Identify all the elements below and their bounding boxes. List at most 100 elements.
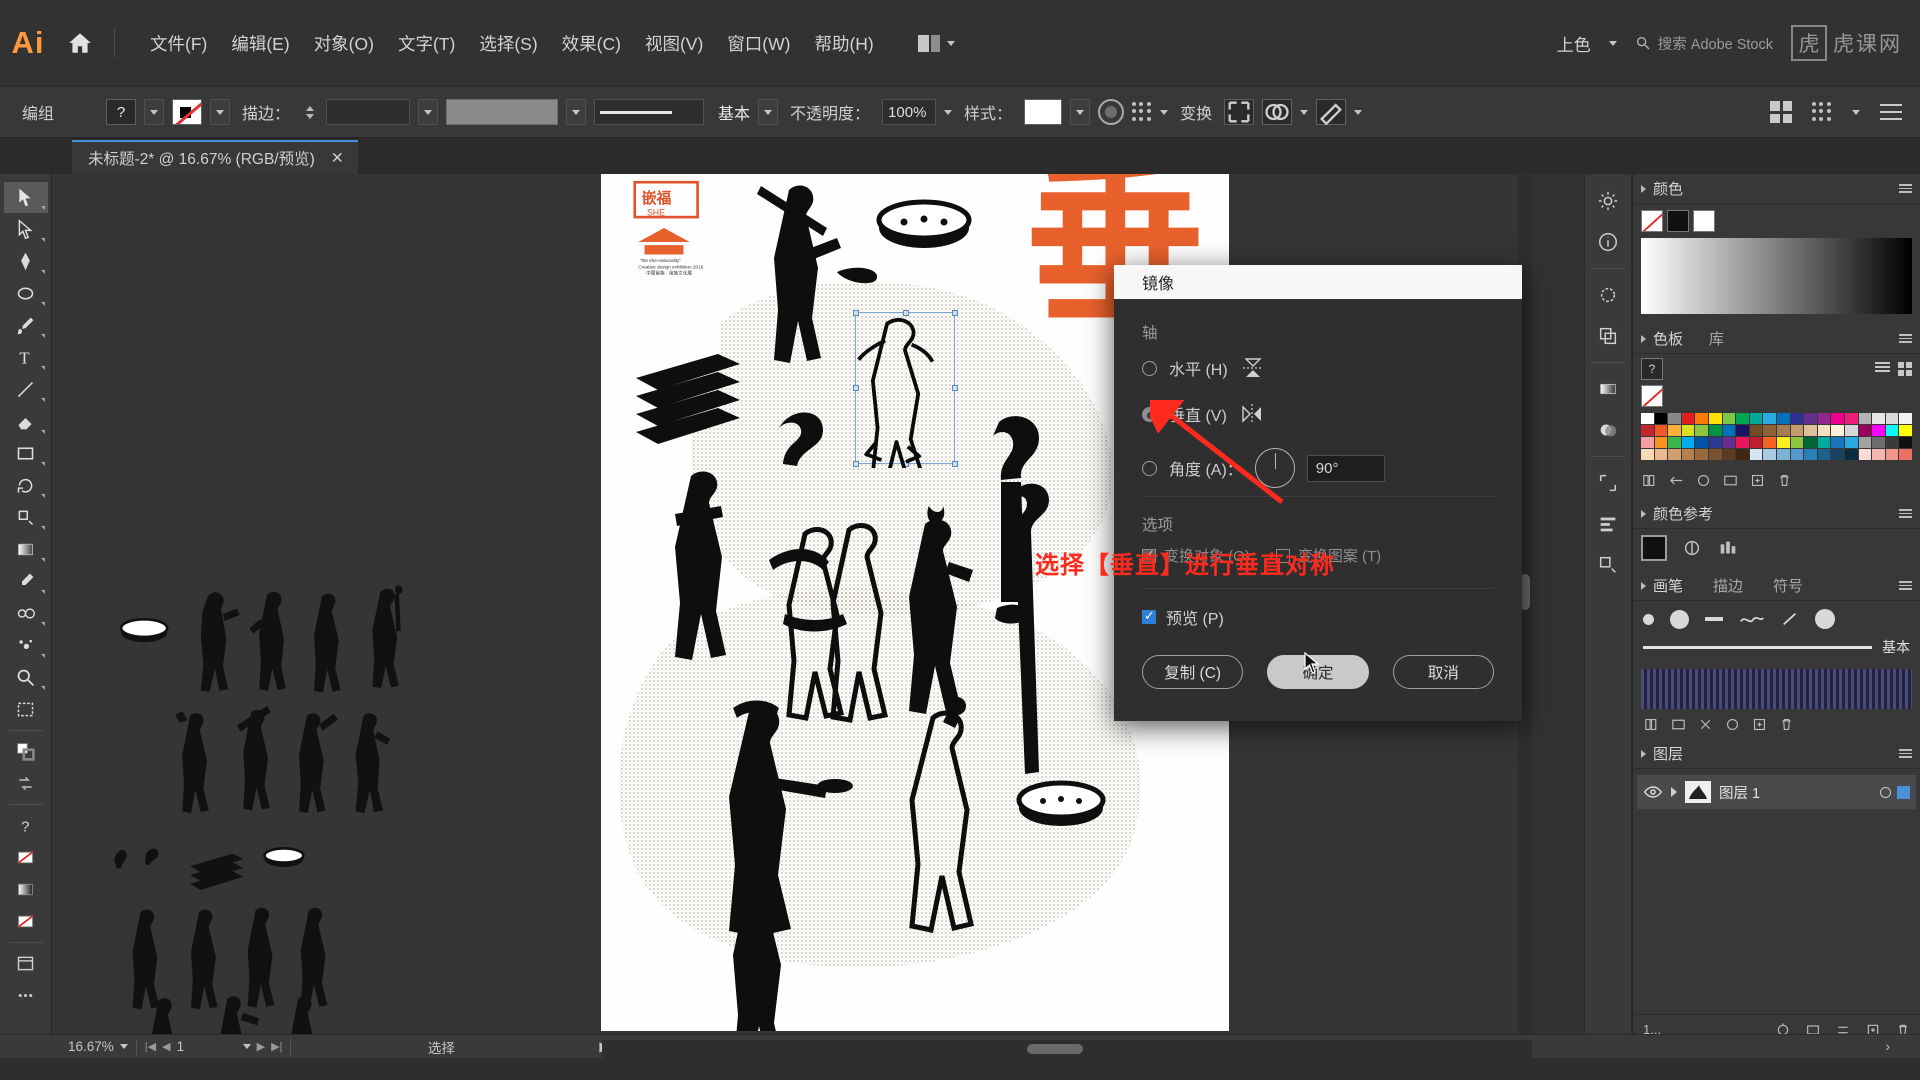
transform-panel-icon[interactable] — [1589, 546, 1627, 584]
menu-view[interactable]: 视图(V) — [634, 25, 714, 62]
panel-menu-icon[interactable] — [1899, 184, 1912, 193]
chevron-right-icon[interactable] — [1641, 334, 1646, 343]
zoom-level-control[interactable]: 16.67% — [60, 1035, 136, 1059]
home-icon[interactable] — [56, 30, 104, 56]
symbols-tab[interactable]: 符号 — [1773, 575, 1803, 596]
copy-button[interactable]: 复制 (C) — [1142, 655, 1244, 689]
scroll-right-icon[interactable]: › — [1878, 1035, 1920, 1059]
rectangle-tool[interactable] — [4, 438, 48, 469]
menu-help[interactable]: 帮助(H) — [803, 25, 884, 62]
artboards-icon[interactable] — [1589, 464, 1627, 502]
paintbrush-tool[interactable] — [4, 310, 48, 341]
artboard-tool[interactable] — [4, 694, 48, 725]
brush-presets-row[interactable] — [1633, 601, 1920, 637]
scale-tool[interactable] — [4, 502, 48, 533]
remove-brush-stroke-icon[interactable] — [1697, 716, 1714, 733]
chevron-right-icon[interactable] — [1641, 184, 1646, 193]
eyedropper-tool[interactable] — [4, 566, 48, 597]
menu-edit[interactable]: 编辑(E) — [220, 25, 300, 62]
opacity-input[interactable]: 100% — [882, 99, 937, 125]
brush-slash[interactable] — [1781, 611, 1799, 627]
stroke-dropdown-icon[interactable] — [210, 99, 230, 125]
panel-menu-icon[interactable] — [1899, 749, 1912, 758]
recolor-artwork-icon[interactable] — [1316, 99, 1347, 126]
chevron-right-icon[interactable] — [1641, 749, 1646, 758]
cancel-button[interactable]: 取消 — [1392, 655, 1494, 689]
layer-name[interactable]: 图层 1 — [1719, 782, 1760, 803]
swatch-unknown[interactable]: ? — [1641, 358, 1663, 380]
arrange-documents-button[interactable] — [909, 30, 964, 57]
variable-width-dropdown-icon[interactable] — [566, 99, 587, 125]
brush-dash[interactable] — [1705, 617, 1723, 621]
shape-builder-icon[interactable] — [1262, 99, 1293, 125]
opacity-dropdown-icon[interactable] — [944, 109, 953, 115]
properties-icon[interactable] — [1589, 182, 1627, 220]
scratch-artwork[interactable] — [52, 174, 601, 1044]
color-group-icon[interactable] — [1695, 472, 1712, 489]
stroke-weight-dropdown-icon[interactable] — [418, 99, 439, 125]
fill-dropdown-icon[interactable] — [144, 99, 164, 125]
list-view-icon[interactable] — [1875, 362, 1890, 376]
opacity-mask-icon[interactable] — [1098, 99, 1125, 125]
layers-panel-header[interactable]: 图层 — [1633, 739, 1920, 769]
recolor-dropdown-icon[interactable] — [1354, 109, 1363, 115]
swap-fill-stroke-icon[interactable] — [4, 768, 48, 799]
brush-options-icon[interactable] — [1724, 716, 1741, 733]
radio-horizontal[interactable] — [1142, 360, 1157, 376]
chevron-down-icon[interactable] — [1608, 40, 1617, 46]
chevron-right-icon[interactable] — [1641, 509, 1646, 518]
align-grid-icon[interactable] — [1132, 102, 1152, 122]
selection-tool[interactable] — [3, 182, 48, 213]
panel-menu-icon[interactable] — [1880, 104, 1902, 120]
new-color-group-icon[interactable] — [1722, 472, 1739, 489]
panel-menu-icon[interactable] — [1899, 334, 1912, 343]
scrollbar-thumb[interactable] — [1027, 1044, 1083, 1054]
brush-round-dot[interactable] — [1815, 609, 1835, 629]
chevron-down-icon[interactable] — [242, 1044, 251, 1049]
transform-label[interactable]: 变换 — [1180, 100, 1212, 124]
new-swatch-icon[interactable] — [1749, 472, 1766, 489]
delete-swatch-icon[interactable] — [1776, 472, 1793, 489]
panel-menu-icon[interactable] — [1899, 581, 1912, 590]
document-tab[interactable]: 未标题-2* @ 16.67% (RGB/预览) ✕ — [72, 140, 358, 174]
swatch-grid[interactable] — [1641, 413, 1912, 460]
grid-view-icon[interactable] — [1898, 362, 1912, 376]
fill-stroke-pair[interactable] — [4, 736, 48, 767]
pattern-brush-preview[interactable] — [1641, 669, 1912, 709]
graphic-style-swatch[interactable] — [1024, 99, 1063, 125]
menu-object[interactable]: 对象(O) — [303, 25, 385, 62]
brushes-panel-header[interactable]: 画笔 描边 符号 — [1633, 571, 1920, 601]
screen-mode-icon[interactable] — [4, 948, 48, 979]
new-brush-icon[interactable] — [1751, 716, 1768, 733]
stroke-weight-stepper[interactable] — [302, 99, 318, 125]
eraser-tool[interactable] — [4, 406, 48, 437]
brush-large-dot[interactable] — [1670, 609, 1689, 629]
color-variations-icon[interactable] — [1717, 537, 1739, 559]
more-tools-icon[interactable] — [4, 980, 48, 1011]
black-swatch[interactable] — [1667, 210, 1689, 232]
curvature-tool[interactable] — [4, 278, 48, 309]
gradient-tool[interactable] — [4, 534, 48, 565]
harmony-rules-icon[interactable] — [1681, 537, 1703, 559]
align-panel-icon[interactable] — [1589, 505, 1627, 543]
stock-search[interactable]: 搜索 Adobe Stock — [1635, 33, 1773, 54]
gradient-panel-icon[interactable] — [1589, 370, 1627, 408]
menu-effect[interactable]: 效果(C) — [551, 25, 632, 62]
chevron-down-icon[interactable] — [119, 1044, 128, 1049]
artboard-navigation[interactable]: |◀ ◀ 1 ▶ ▶| — [137, 1035, 291, 1059]
color-spectrum-bar[interactable] — [1641, 238, 1912, 314]
arrange-panels-icon[interactable] — [1770, 101, 1792, 123]
brush-libraries-icon[interactable] — [1643, 716, 1660, 733]
info-icon[interactable] — [1589, 223, 1627, 261]
direct-selection-tool[interactable] — [4, 214, 48, 245]
menu-type[interactable]: 文字(T) — [387, 25, 466, 62]
brush-small-dot[interactable] — [1643, 613, 1654, 625]
show-swatch-kinds-icon[interactable] — [1668, 472, 1685, 489]
color-none-icon[interactable] — [4, 842, 48, 873]
rotate-tool[interactable] — [4, 470, 48, 501]
align-panel-icon[interactable] — [1812, 102, 1832, 122]
stroke-swatch-button[interactable] — [172, 99, 202, 125]
target-indicator-icon[interactable] — [1880, 786, 1891, 798]
preview-checkbox[interactable] — [1142, 608, 1156, 624]
variable-width-field[interactable] — [446, 99, 559, 125]
